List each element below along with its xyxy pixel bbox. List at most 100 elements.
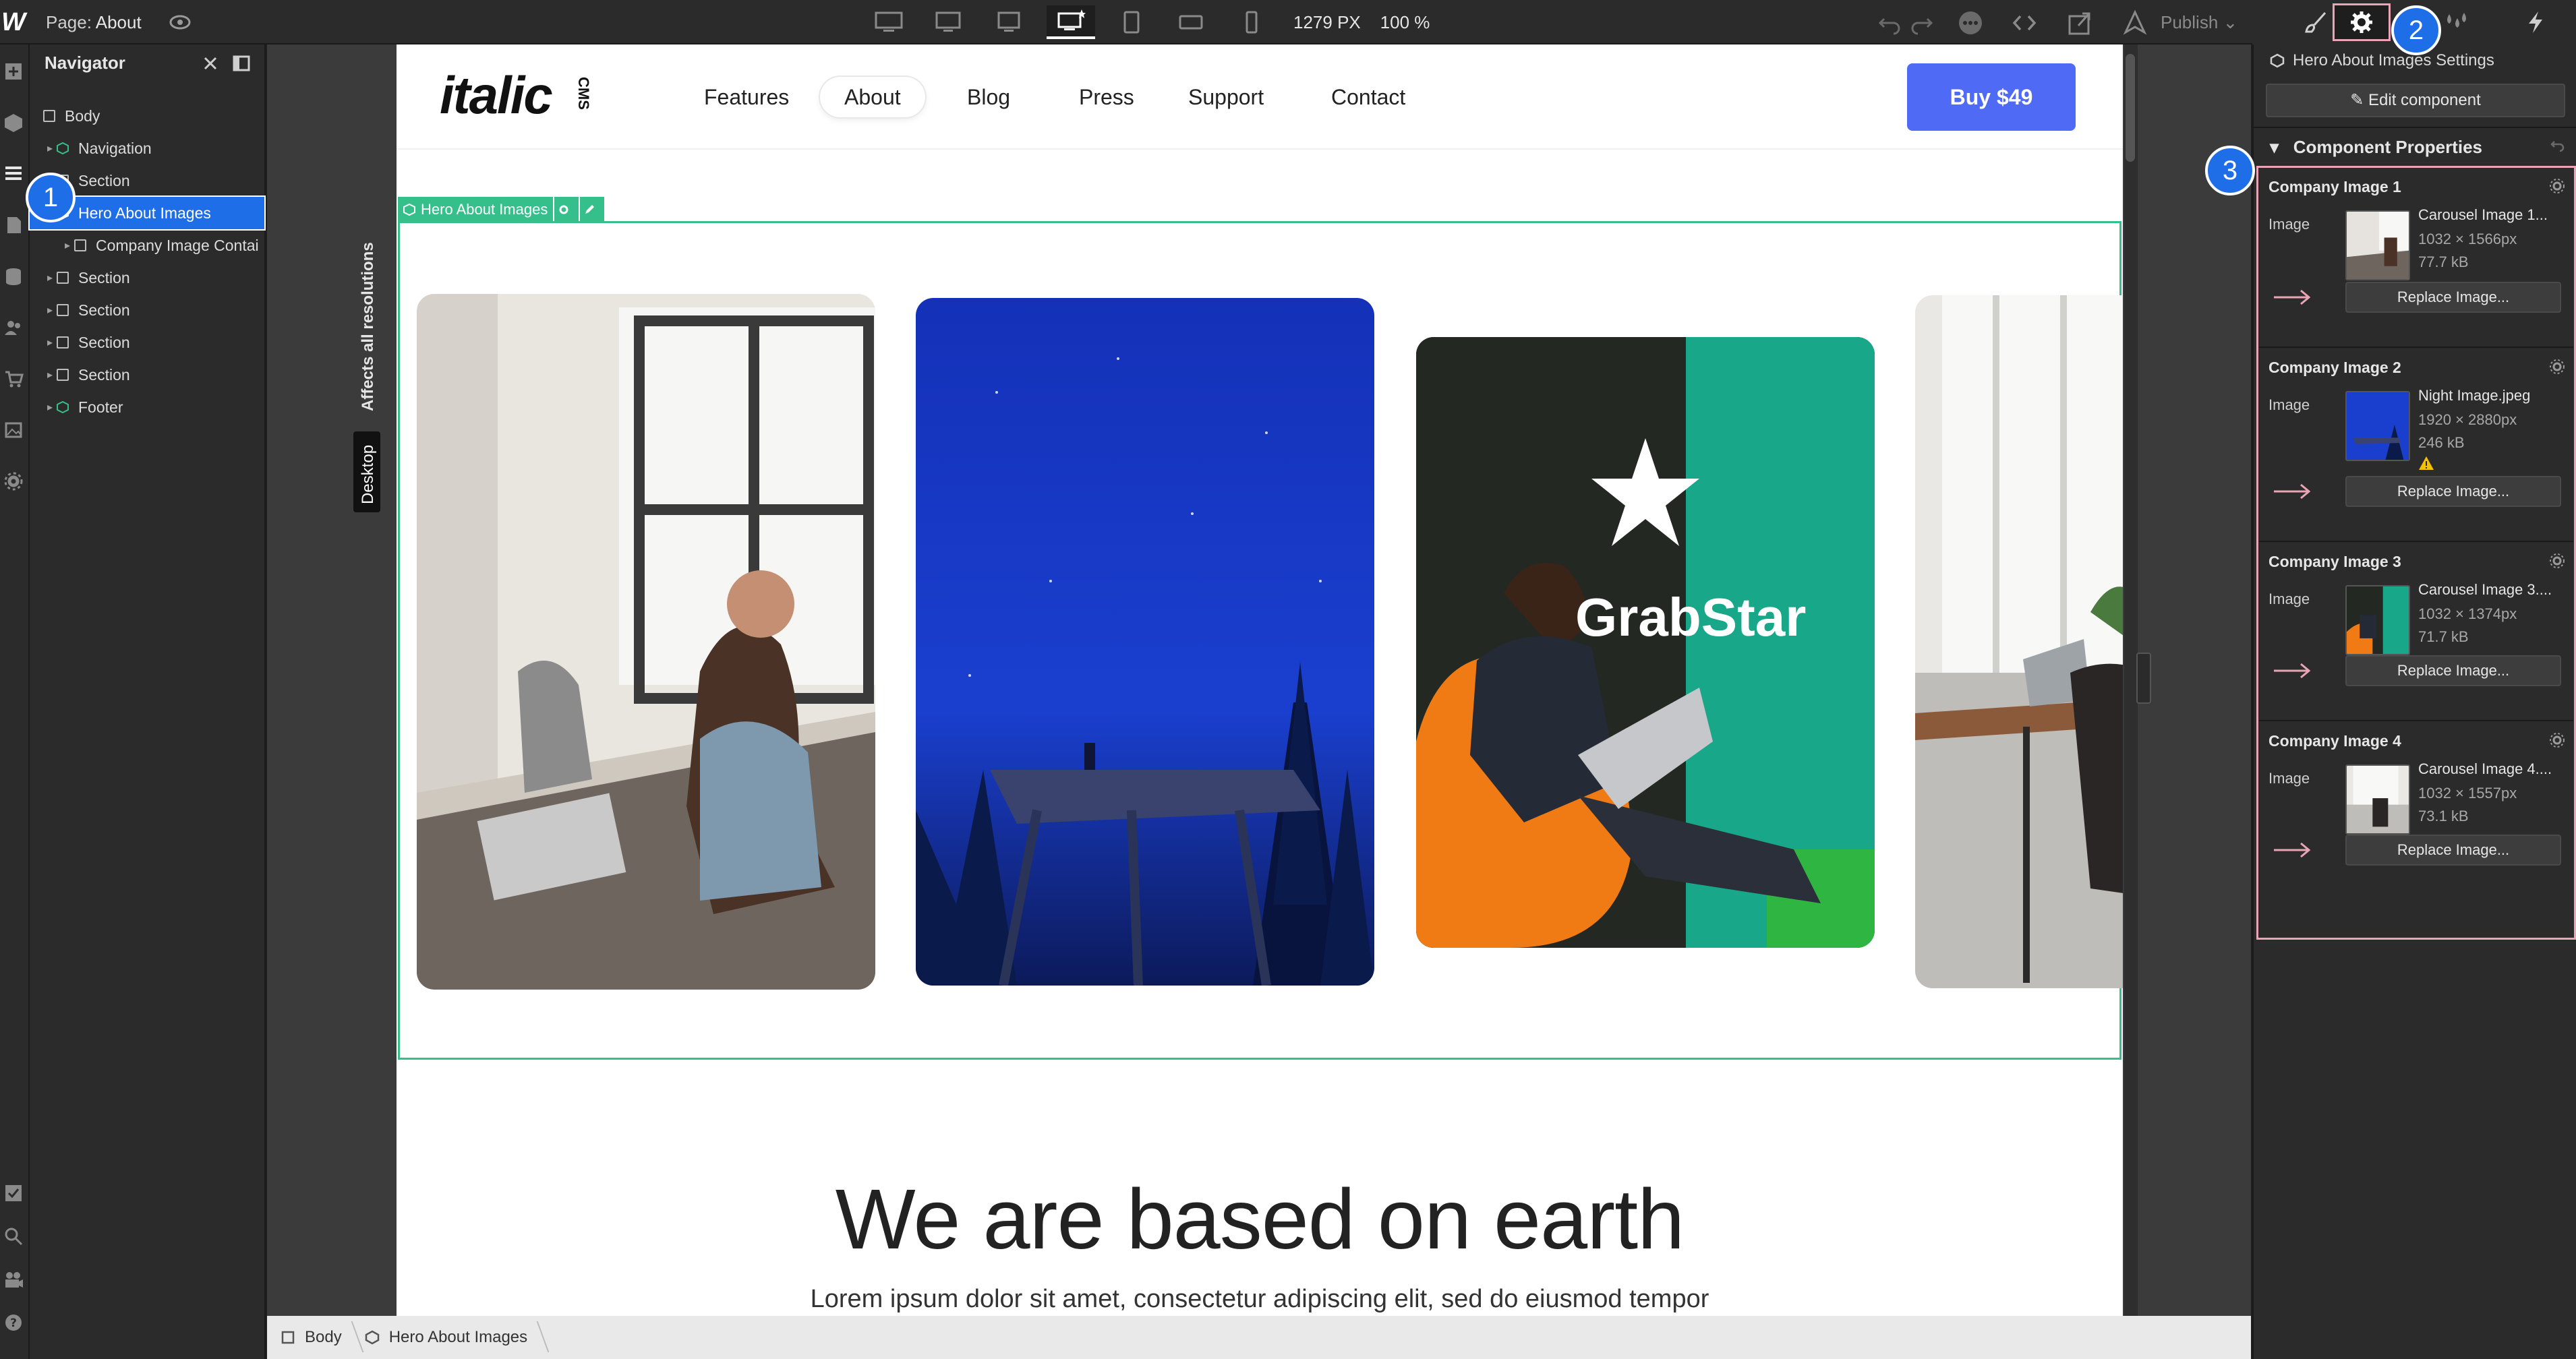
company-image-3[interactable]: GrabStar: [1416, 337, 1875, 948]
navigator-icon[interactable]: [0, 160, 27, 187]
image-thumbnail[interactable]: [2345, 391, 2410, 461]
settings-gear-icon[interactable]: [553, 197, 573, 222]
nav-link-support[interactable]: Support: [1164, 77, 1288, 117]
replace-image-button[interactable]: Replace Image...: [2345, 655, 2561, 686]
replace-image-button[interactable]: Replace Image...: [2345, 476, 2561, 507]
image-dimensions: 1920 × 2880px: [2418, 411, 2517, 428]
video-tutorials-icon[interactable]: [0, 1266, 27, 1293]
export-icon[interactable]: [2066, 9, 2093, 36]
image-filesize: 246 kB: [2418, 434, 2465, 451]
canvas-scrollbar[interactable]: [2124, 44, 2138, 1316]
caret-right-icon: ▸: [65, 240, 71, 251]
nav-link-features[interactable]: Features: [680, 77, 813, 117]
nav-link-contact[interactable]: Contact: [1307, 77, 1430, 117]
gear-icon[interactable]: [2549, 359, 2565, 375]
buy-button[interactable]: Buy $49: [1907, 63, 2076, 131]
canvas-resize-handle[interactable]: [2136, 653, 2151, 704]
tree-item-section[interactable]: ▸ Section: [30, 294, 264, 326]
nav-link-press[interactable]: Press: [1055, 77, 1159, 117]
hero-component-tag[interactable]: Hero About Images: [398, 197, 605, 222]
component-properties-header[interactable]: ▾ Component Properties: [2254, 127, 2576, 164]
breakpoint-desktop-button[interactable]: [1047, 5, 1095, 39]
breadcrumb-label: Body: [305, 1328, 342, 1346]
gear-icon[interactable]: [2549, 732, 2565, 748]
prop-title: Company Image 2: [2268, 359, 2401, 376]
canvas-scroll-thumb[interactable]: [2126, 54, 2135, 162]
tree-item-company-image-container[interactable]: ▸ Company Image Contai: [30, 229, 264, 262]
dock-panel-icon[interactable]: [232, 54, 251, 73]
annotation-badge-2: 2: [2391, 5, 2441, 55]
add-panel-icon[interactable]: [0, 58, 27, 85]
publish-rocket-icon: [2121, 9, 2148, 36]
site-logo[interactable]: italic: [440, 65, 553, 126]
redo-icon[interactable]: [1908, 9, 1935, 36]
replace-image-button[interactable]: Replace Image...: [2345, 282, 2561, 313]
breakpoint-landscape-button[interactable]: [1167, 5, 1215, 39]
components-icon[interactable]: [0, 109, 27, 136]
element-box-icon: [57, 272, 69, 284]
reset-icon[interactable]: [2549, 138, 2565, 154]
company-image-2[interactable]: [916, 298, 1374, 986]
eye-icon[interactable]: [169, 11, 192, 33]
company-image-1[interactable]: [417, 294, 875, 990]
assets-icon[interactable]: [0, 417, 27, 444]
image-thumbnail[interactable]: [2345, 210, 2410, 280]
help-icon[interactable]: ?: [0, 1309, 27, 1336]
image-thumbnail[interactable]: [2345, 585, 2410, 655]
gear-icon[interactable]: [2549, 178, 2565, 194]
webflow-logo[interactable]: W: [0, 7, 27, 38]
company-image-4[interactable]: [1915, 295, 2123, 988]
replace-image-button[interactable]: Replace Image...: [2345, 835, 2561, 866]
search-icon[interactable]: [0, 1223, 27, 1250]
users-icon[interactable]: [0, 314, 27, 341]
tree-item-label: Section: [78, 268, 130, 286]
image-filesize: 77.7 kB: [2418, 253, 2469, 270]
caret-right-icon: ▸: [47, 402, 53, 413]
top-bar: W Page: About 1279 PX 100 % Publish ⌄: [0, 0, 2576, 44]
more-options-icon[interactable]: [1957, 9, 1984, 36]
page-selector[interactable]: Page: About: [46, 0, 142, 44]
gear-icon[interactable]: [2549, 553, 2565, 569]
tree-item-section[interactable]: ▸ Section: [30, 262, 264, 294]
svg-text:?: ?: [10, 1317, 17, 1330]
undo-icon[interactable]: [1876, 9, 1903, 36]
breakpoint-portrait-button[interactable]: [1227, 5, 1276, 39]
prop-title: Company Image 3: [2268, 553, 2401, 570]
breadcrumb-body[interactable]: Body: [281, 1316, 365, 1359]
prop-label: Image: [2268, 591, 2310, 607]
image-thumbnail[interactable]: [2345, 764, 2410, 835]
tree-item-label: Navigation: [78, 139, 152, 157]
code-icon[interactable]: [2011, 9, 2038, 36]
unpin-icon[interactable]: [201, 54, 220, 73]
tree-item-section[interactable]: ▸ Section: [30, 359, 264, 391]
publish-button[interactable]: Publish ⌄: [2161, 0, 2237, 44]
tablet-icon: [1123, 11, 1140, 34]
prop-label: Image: [2268, 396, 2310, 413]
audit-check-icon[interactable]: [0, 1180, 27, 1207]
breadcrumb-hero-about-images[interactable]: Hero About Images: [365, 1316, 550, 1359]
tree-item-footer[interactable]: ▸ Footer: [30, 391, 264, 423]
tree-item-body[interactable]: Body: [30, 100, 264, 132]
settings-tab[interactable]: [2333, 3, 2391, 41]
tree-item-section[interactable]: ▸ Section: [30, 326, 264, 359]
edit-component-button[interactable]: ✎ Edit component: [2266, 84, 2565, 117]
element-box-icon: [57, 304, 69, 316]
ecommerce-icon[interactable]: [0, 365, 27, 392]
tree-item-navigation[interactable]: ▸ Navigation: [30, 132, 264, 164]
edit-pencil-icon[interactable]: [579, 197, 599, 222]
caret-down-icon: ▾: [2270, 137, 2279, 157]
cms-icon[interactable]: [0, 263, 27, 290]
nav-link-blog[interactable]: Blog: [943, 77, 1034, 117]
breakpoint-1920-button[interactable]: [865, 5, 913, 39]
pages-icon[interactable]: [0, 212, 27, 239]
company-image-2-prop: Company Image 2 Image Night Image.jpeg 1…: [2259, 349, 2573, 542]
nav-link-about[interactable]: About: [820, 77, 925, 117]
site-settings-icon[interactable]: [0, 468, 27, 495]
element-box-icon: [281, 1331, 295, 1344]
navigator-title: Navigator: [45, 53, 125, 73]
breakpoint-tablet-button[interactable]: [1107, 5, 1156, 39]
breakpoint-1440-button[interactable]: [924, 5, 972, 39]
interactions-tab[interactable]: [2509, 5, 2563, 39]
canvas-size-readout[interactable]: 1279 PX 100 %: [1293, 0, 1430, 44]
breakpoint-1280-button[interactable]: [985, 5, 1033, 39]
